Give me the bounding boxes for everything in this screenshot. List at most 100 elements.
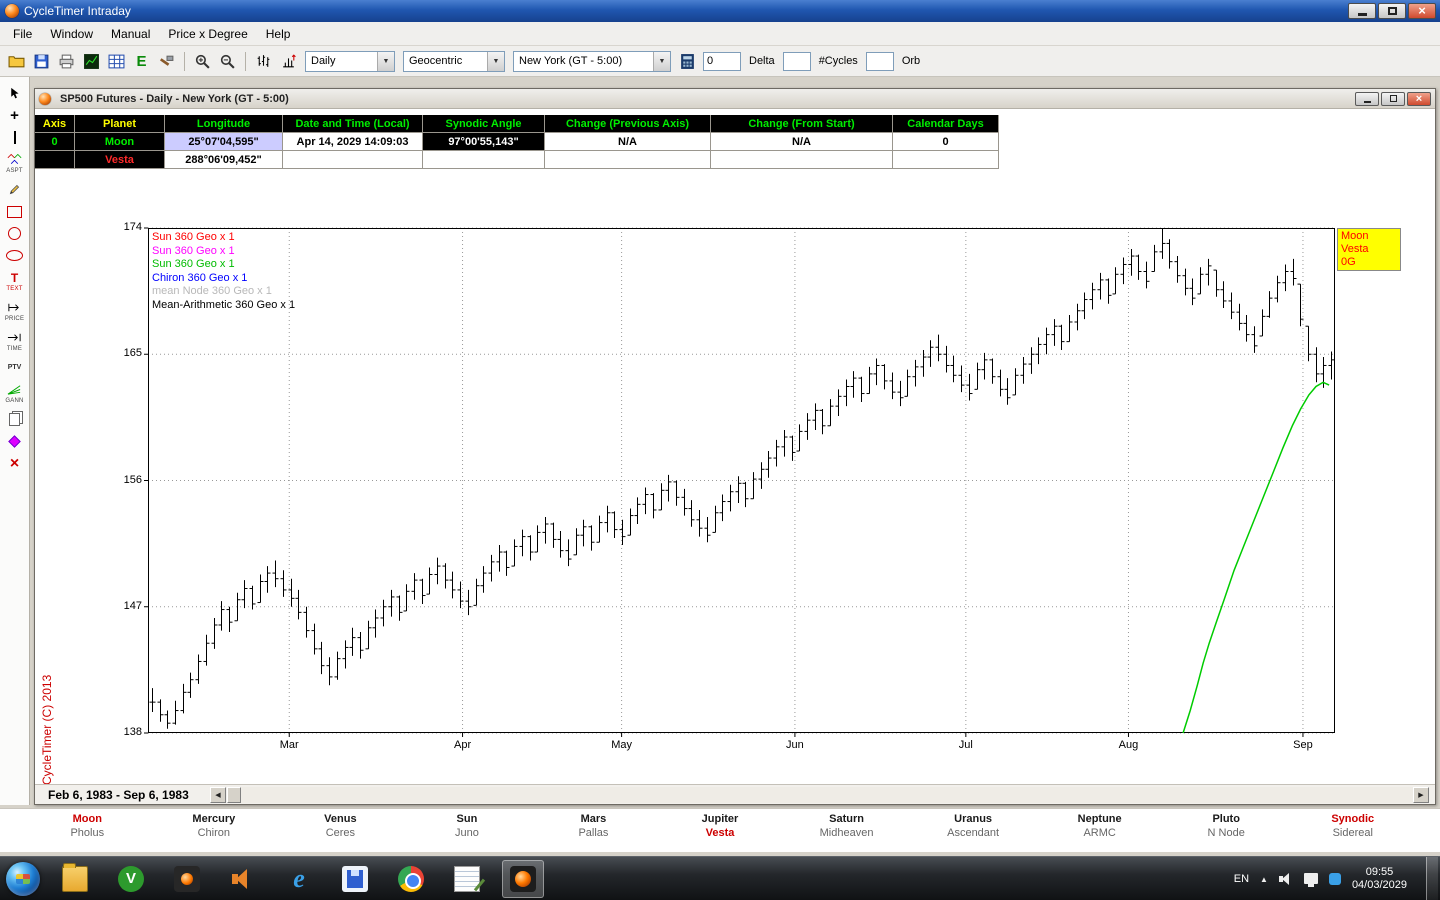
planet-name-secondary[interactable]: Sidereal [1289, 827, 1416, 839]
planet-column-uranus[interactable]: Uranus Ascendant [910, 813, 1037, 852]
tool-price[interactable]: PRICE [2, 300, 28, 323]
ephemeris-icon[interactable] [130, 50, 153, 73]
planet-name-secondary[interactable]: Pholus [24, 827, 151, 839]
open-icon[interactable] [5, 50, 28, 73]
minimize-button[interactable] [1348, 3, 1376, 19]
start-button[interactable] [6, 862, 40, 896]
tool-pencil[interactable] [2, 182, 28, 197]
planet-column-jupiter[interactable]: Jupiter Vesta [657, 813, 784, 852]
tool-aspects[interactable]: ASPT [2, 152, 28, 175]
planet-name-secondary[interactable]: Ascendant [910, 827, 1037, 839]
horizontal-scrollbar[interactable]: ◀ ▶ [210, 787, 1429, 803]
planet-column-mars[interactable]: Mars Pallas [530, 813, 657, 852]
planet-name[interactable]: Moon [24, 813, 151, 825]
language-indicator[interactable]: EN [1234, 873, 1249, 885]
taskbar-item-notes[interactable] [446, 860, 488, 898]
planet-name[interactable]: Pluto [1163, 813, 1290, 825]
menu-price-x-degree[interactable]: Price x Degree [159, 24, 256, 44]
planet-column-pluto[interactable]: Pluto N Node [1163, 813, 1290, 852]
cycles-input[interactable] [866, 52, 894, 71]
taskbar-item-media-player[interactable] [110, 860, 152, 898]
scrollbar-track[interactable] [241, 787, 1413, 803]
tools-icon[interactable] [155, 50, 178, 73]
planet-name[interactable]: Mars [530, 813, 657, 825]
planet-name[interactable]: Neptune [1036, 813, 1163, 825]
taskbar-item-internet-explorer[interactable] [278, 860, 320, 898]
planet-column-mercury[interactable]: Mercury Chiron [151, 813, 278, 852]
zoom-out-icon[interactable] [216, 50, 239, 73]
ohlc-bars-icon[interactable] [252, 50, 275, 73]
planet-column-venus[interactable]: VenusCeres [277, 813, 404, 852]
planet-name-secondary[interactable]: Chiron [151, 827, 278, 839]
taskbar-item-chrome[interactable] [390, 860, 432, 898]
planet-name[interactable]: Sun [404, 813, 531, 825]
interval-select[interactable]: Daily▼ [305, 51, 395, 72]
child-close-button[interactable]: × [1407, 92, 1431, 106]
close-button[interactable]: × [1408, 3, 1436, 19]
taskbar-item-cycletimer[interactable] [502, 860, 544, 898]
planet-name[interactable]: Jupiter [657, 813, 784, 825]
coordinate-system-select[interactable]: Geocentric▼ [403, 51, 505, 72]
planet-name[interactable]: Synodic [1289, 813, 1416, 825]
tool-ellipse[interactable] [2, 248, 28, 263]
tool-ptv[interactable] [2, 360, 28, 375]
location-select[interactable]: New York (GT - 5:00)▼ [513, 51, 671, 72]
taskbar-item-explorer[interactable] [54, 860, 96, 898]
child-maximize-button[interactable] [1381, 92, 1405, 106]
maximize-button[interactable] [1378, 3, 1406, 19]
chart-icon[interactable] [80, 50, 103, 73]
planet-name[interactable]: Saturn [783, 813, 910, 825]
planet-name-secondary[interactable]: ARMC [1036, 827, 1163, 839]
tool-circle[interactable] [2, 226, 28, 241]
print-icon[interactable] [55, 50, 78, 73]
tool-text[interactable]: TEXT [2, 270, 28, 293]
show-hidden-icons-icon[interactable] [1260, 873, 1268, 885]
scroll-right-button[interactable]: ▶ [1413, 787, 1429, 803]
planet-column-synodic[interactable]: Synodic Sidereal [1289, 813, 1416, 852]
taskbar-item-studio[interactable] [166, 860, 208, 898]
planet-column-saturn[interactable]: Saturn Midheaven [783, 813, 910, 852]
taskbar-item-save-tool[interactable] [334, 860, 376, 898]
scroll-left-button[interactable]: ◀ [210, 787, 226, 803]
planet-name-secondary[interactable]: Midheaven [783, 827, 910, 839]
planet-name-secondary[interactable]: Juno [404, 827, 531, 839]
show-desktop-button[interactable] [1426, 857, 1438, 900]
planet-column-neptune[interactable]: Neptune ARMC [1036, 813, 1163, 852]
chart-plot-area[interactable] [148, 228, 1335, 733]
tool-time[interactable]: TIME [2, 330, 28, 353]
child-minimize-button[interactable] [1355, 92, 1379, 106]
menu-file[interactable]: File [4, 24, 41, 44]
menu-manual[interactable]: Manual [102, 24, 159, 44]
tool-pointer[interactable] [2, 86, 28, 101]
volume-icon[interactable] [1279, 872, 1293, 886]
planet-name[interactable]: Uranus [910, 813, 1037, 825]
tool-vertical-line[interactable] [2, 130, 28, 145]
tool-copy[interactable] [2, 412, 28, 427]
calc-value-input[interactable]: 0 [703, 52, 741, 71]
delta-input[interactable] [783, 52, 811, 71]
bluetooth-icon[interactable] [1329, 873, 1341, 885]
tool-delete[interactable] [2, 456, 28, 471]
tool-diamond[interactable] [2, 434, 28, 449]
calculator-icon[interactable] [676, 50, 699, 73]
planet-column-sun[interactable]: Sun Juno [404, 813, 531, 852]
taskbar-item-volume-mixer[interactable] [222, 860, 264, 898]
clock[interactable]: 09:55 04/03/2029 [1352, 866, 1407, 892]
menu-help[interactable]: Help [257, 24, 300, 44]
tool-rectangle[interactable] [2, 204, 28, 219]
planet-name-secondary[interactable]: N Node [1163, 827, 1290, 839]
planet-name-secondary[interactable]: Vesta [657, 827, 784, 839]
planet-column-moon[interactable]: Moon Pholus [24, 813, 151, 852]
zoom-in-icon[interactable] [191, 50, 214, 73]
save-icon[interactable] [30, 50, 53, 73]
planet-name-secondary[interactable]: Pallas [530, 827, 657, 839]
planet-name[interactable]: Venus [277, 813, 404, 825]
tool-crosshair[interactable] [2, 108, 28, 123]
grid-icon[interactable] [105, 50, 128, 73]
price-scale-icon[interactable] [277, 50, 300, 73]
network-icon[interactable] [1304, 873, 1318, 884]
planet-name[interactable]: Mercury [151, 813, 278, 825]
tool-gann[interactable]: GANN [2, 382, 28, 405]
menu-window[interactable]: Window [41, 24, 102, 44]
scrollbar-thumb[interactable] [227, 787, 241, 803]
